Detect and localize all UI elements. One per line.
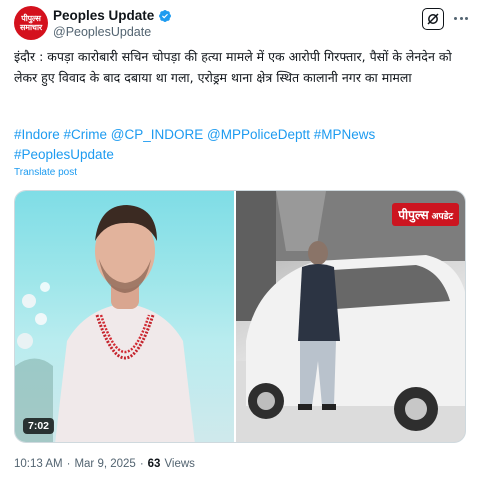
cctv-illustration — [236, 191, 465, 442]
meta-separator-2: · — [139, 458, 144, 470]
author-name-row: Peoples Update — [53, 8, 172, 23]
tweet-post: पीपुल्स समाचार Peoples Update @PeoplesUp… — [0, 0, 479, 489]
post-time[interactable]: 10:13 AM — [14, 458, 63, 470]
verified-badge-icon — [159, 9, 172, 22]
brand-badge-sub: अपडेट — [431, 212, 453, 222]
post-date[interactable]: Mar 9, 2025 — [74, 458, 135, 470]
post-hashtags[interactable]: #Indore #Crime @CP_INDORE @MPPoliceDeptt… — [14, 125, 470, 165]
more-options-button[interactable] — [452, 10, 470, 26]
avatar-logo: पीपुल्स समाचार — [20, 14, 42, 32]
brand-badge: पीपुल्स अपडेट — [392, 203, 459, 226]
post-meta: 10:13 AM · Mar 9, 2025 · 63 Views — [14, 458, 195, 470]
brand-badge-main: पीपुल्स — [398, 208, 429, 222]
grok-icon — [427, 13, 439, 25]
media-container[interactable]: 7:02 पीपुल्स अपडेट — [14, 190, 466, 443]
views-label: Views — [164, 458, 195, 470]
video-thumbnail-portrait[interactable]: 7:02 — [15, 191, 234, 442]
grok-button[interactable] — [422, 8, 444, 30]
more-options-icon — [454, 16, 457, 20]
avatar[interactable]: पीपुल्स समाचार — [14, 6, 48, 40]
meta-separator: · — [66, 458, 71, 470]
translate-post-link[interactable]: Translate post — [14, 167, 77, 178]
author-display-name[interactable]: Peoples Update — [53, 8, 154, 23]
post-text: इंदौर : कपड़ा कारोबारी सचिन चोपड़ा की हत… — [14, 49, 452, 85]
portrait-illustration — [15, 205, 195, 442]
cctv-still-image[interactable]: पीपुल्स अपडेट — [236, 191, 465, 442]
author-handle[interactable]: @PeoplesUpdate — [53, 25, 151, 39]
video-duration: 7:02 — [23, 418, 55, 434]
views-count[interactable]: 63 — [148, 458, 161, 470]
